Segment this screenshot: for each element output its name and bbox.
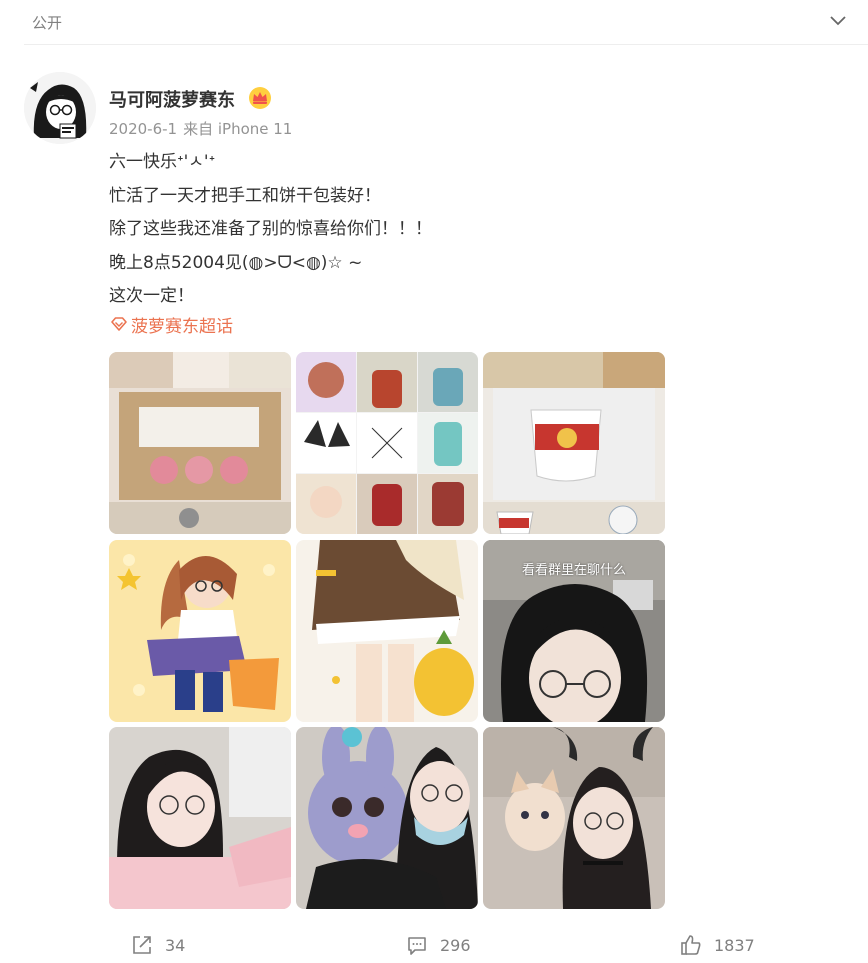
repost-count: 34 [165, 935, 186, 955]
author-name[interactable]: 马可阿菠萝赛东 [109, 86, 235, 112]
visibility-label: 公开 [32, 14, 63, 32]
image-thumbnail[interactable] [296, 352, 478, 534]
post-text-line: 除了这些我还准备了别的惊喜给你们！！！ [109, 219, 432, 240]
supertopic-link[interactable]: 菠萝赛东超话 [109, 311, 233, 337]
like-count: 1837 [714, 935, 755, 955]
comment-count: 296 [440, 935, 471, 955]
image-thumbnail[interactable] [109, 727, 291, 909]
crown-badge-icon[interactable] [248, 86, 272, 110]
image-thumbnail[interactable] [109, 540, 291, 722]
post-text: 六一快乐ᕀ'ㅅ'ᕀ 忙活了一天才把手工和饼干包装好！ 除了这些我还准备了别的惊喜… [109, 146, 669, 314]
post-date[interactable]: 2020-6-1 [109, 120, 177, 138]
repost-icon [133, 936, 151, 954]
image-thumbnail[interactable] [296, 540, 478, 722]
post-meta: 2020-6-1 来自 iPhone 11 [109, 118, 292, 139]
image-thumbnail[interactable]: 看看群里在聊什么 [483, 540, 665, 722]
post-actions: 34 296 1837 [0, 928, 868, 963]
image-caption: 看看群里在聊什么 [521, 563, 626, 578]
comment-icon [408, 937, 426, 955]
comment-button[interactable]: 296 [406, 934, 471, 956]
post-text-line: 晚上8点52004见(◍>ᗜ<◍)☆ ~ [109, 252, 363, 273]
image-thumbnail[interactable] [483, 727, 665, 909]
like-button[interactable]: 1837 [680, 934, 755, 956]
repost-button[interactable]: 34 [131, 934, 185, 956]
avatar[interactable] [24, 72, 96, 144]
thumbs-up-icon [681, 935, 701, 955]
post-visibility-bar[interactable]: 公开 [0, 0, 868, 44]
post-text-line: 六一快乐ᕀ'ㅅ'ᕀ [109, 152, 216, 172]
post-text-line: 这次一定！ [109, 286, 194, 307]
image-grid: 看看群里在聊什么 [109, 352, 666, 909]
supertopic-diamond-icon [111, 317, 127, 331]
chevron-down-icon[interactable] [828, 10, 848, 30]
image-thumbnail[interactable] [483, 352, 665, 534]
post-text-line: 忙活了一天才把手工和饼干包装好！ [109, 185, 381, 206]
post-source: 来自 iPhone 11 [183, 120, 293, 138]
image-thumbnail[interactable] [296, 727, 478, 909]
header-divider [24, 44, 868, 45]
image-thumbnail[interactable] [109, 352, 291, 534]
supertopic-label: 菠萝赛东超话 [131, 316, 233, 337]
